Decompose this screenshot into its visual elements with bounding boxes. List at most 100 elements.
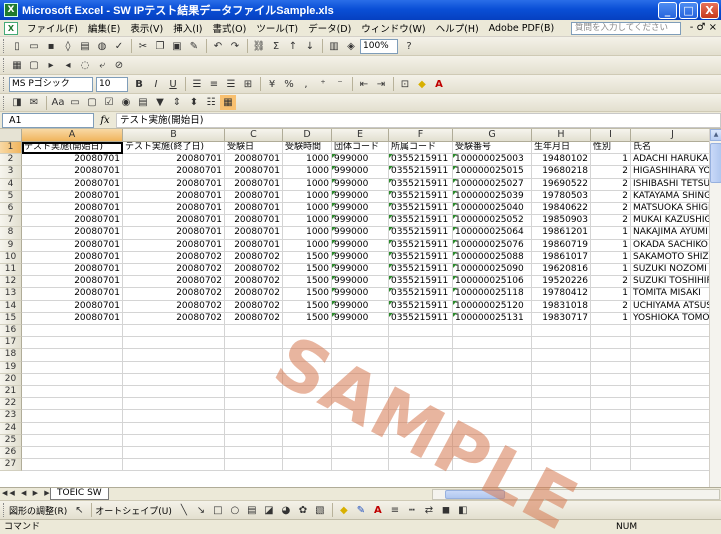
column-header-e[interactable]: E [332, 129, 389, 142]
cell-b19[interactable] [123, 361, 225, 374]
button-control-icon[interactable]: ▢ [84, 95, 100, 110]
menu-window[interactable]: ウィンドウ(W) [356, 21, 430, 35]
cell-j9[interactable]: OKADA SACHIKO [631, 240, 709, 252]
cell-e23[interactable] [332, 410, 389, 423]
cell-j12[interactable]: SUZUKI TOSHIHIRO [631, 276, 709, 289]
cell-e7[interactable]: 999000 [332, 215, 389, 228]
cell-j19[interactable] [631, 362, 709, 374]
cell-b26[interactable] [123, 447, 225, 460]
cell-i9[interactable]: 1 [591, 239, 631, 252]
cell-e3[interactable]: 999000 [332, 166, 389, 179]
cell-a6[interactable]: 20080701 [22, 203, 123, 216]
draw-menu-button[interactable]: 図形の調整(R) [9, 504, 67, 517]
menu-adobe-pdf[interactable]: Adobe PDF(B) [484, 23, 560, 34]
cell-d17[interactable] [283, 337, 332, 350]
cell-f1[interactable]: 所属コード [389, 142, 453, 155]
cell-j23[interactable] [631, 410, 709, 423]
align-center-icon[interactable]: ≡ [206, 77, 222, 92]
fill-color-icon[interactable]: ◆ [414, 77, 430, 92]
cell-f22[interactable] [389, 398, 453, 411]
cell-g9[interactable]: 100000025076 [453, 239, 532, 252]
cell-b9[interactable]: 20080701 [123, 239, 225, 252]
italic-button[interactable]: I [148, 77, 164, 92]
row-header[interactable]: 6 [0, 203, 22, 216]
cell-e22[interactable] [332, 398, 389, 411]
cell-g27[interactable] [453, 459, 532, 472]
font-color-icon[interactable]: A [431, 77, 447, 92]
permission-icon[interactable]: ◊ [60, 39, 76, 54]
toolbar-grip[interactable] [3, 39, 6, 53]
cell-e21[interactable] [332, 386, 389, 399]
increase-indent-icon[interactable]: ⇥ [373, 77, 389, 92]
cell-d8[interactable]: 1000 [283, 227, 332, 240]
cell-j16[interactable] [631, 325, 709, 338]
cell-a13[interactable]: 20080701 [22, 288, 123, 301]
close-button[interactable]: X [700, 1, 719, 19]
cell-h26[interactable] [532, 447, 591, 460]
cell-h22[interactable] [532, 398, 591, 411]
cell-a3[interactable]: 20080701 [22, 166, 123, 179]
row-header[interactable]: 13 [0, 288, 22, 301]
cell-h4[interactable]: 19690522 [532, 178, 591, 191]
cell-f13[interactable]: 0355215911 [389, 288, 453, 301]
cell-a2[interactable]: 20080701 [22, 154, 123, 167]
row-header[interactable]: 12 [0, 276, 22, 289]
cell-e5[interactable]: 999000 [332, 190, 389, 203]
cell-g16[interactable] [453, 325, 532, 338]
cell-g1[interactable]: 受験番号 [453, 142, 532, 155]
row-header[interactable]: 23 [0, 410, 22, 423]
workbook-icon[interactable]: X [4, 21, 18, 35]
cell-g24[interactable] [453, 422, 532, 435]
cell-c2[interactable]: 20080701 [225, 154, 283, 167]
cell-c11[interactable]: 20080702 [225, 264, 283, 277]
vertical-scrollbar[interactable]: ▲ [709, 129, 721, 487]
scrollbar-control-icon[interactable]: ⇕ [169, 95, 185, 110]
cell-j15[interactable]: YOSHIOKA TOMOK [631, 313, 709, 325]
cell-a21[interactable] [22, 386, 123, 399]
cell-c21[interactable] [225, 386, 283, 399]
spelling-icon[interactable]: ✓ [111, 39, 127, 54]
column-header-i[interactable]: I [591, 129, 631, 142]
copy-icon[interactable]: ❐ [152, 39, 168, 54]
cell-c15[interactable]: 20080702 [225, 312, 283, 325]
cell-b20[interactable] [123, 373, 225, 386]
cell-c19[interactable] [225, 361, 283, 374]
cell-c5[interactable]: 20080701 [225, 190, 283, 203]
row-header[interactable]: 18 [0, 349, 22, 362]
cell-i23[interactable] [591, 410, 631, 423]
3d-icon[interactable]: ◧ [455, 503, 471, 518]
cell-b15[interactable]: 20080702 [123, 312, 225, 325]
cell-c7[interactable]: 20080701 [225, 215, 283, 228]
cell-b23[interactable] [123, 410, 225, 423]
cell-g2[interactable]: 100000025003 [453, 154, 532, 167]
cell-g15[interactable]: 100000025131 [453, 312, 532, 325]
chart-wizard-icon[interactable]: ▥ [326, 39, 342, 54]
cell-i21[interactable] [591, 386, 631, 399]
borders-icon[interactable]: ⊡ [397, 77, 413, 92]
cell-j8[interactable]: NAKAJIMA AYUMI [631, 227, 709, 240]
cell-a15[interactable]: 20080701 [22, 312, 123, 325]
cell-d9[interactable]: 1000 [283, 239, 332, 252]
sheet-tab-toeic-sw[interactable]: TOEIC SW [50, 488, 109, 500]
cell-h12[interactable]: 19520226 [532, 276, 591, 289]
cell-g26[interactable] [453, 447, 532, 460]
cell-f10[interactable]: 0355215911 [389, 251, 453, 264]
cell-i18[interactable] [591, 349, 631, 362]
cell-a12[interactable]: 20080701 [22, 276, 123, 289]
underline-button[interactable]: U [165, 77, 181, 92]
cell-d20[interactable] [283, 373, 332, 386]
reply-changes-icon[interactable]: ⤶ [94, 58, 110, 73]
help-search-input[interactable]: 質問を入力してください [571, 22, 681, 35]
cell-g17[interactable] [453, 337, 532, 350]
cut-icon[interactable]: ✂ [135, 39, 151, 54]
cell-f21[interactable] [389, 386, 453, 399]
cell-i10[interactable]: 1 [591, 251, 631, 264]
arrow-style-icon[interactable]: ⇄ [421, 503, 437, 518]
cell-j5[interactable]: KATAYAMA SHINGO [631, 191, 709, 203]
cell-a16[interactable] [22, 325, 123, 338]
currency-icon[interactable]: ¥ [264, 77, 280, 92]
cell-c26[interactable] [225, 447, 283, 460]
cell-c20[interactable] [225, 373, 283, 386]
cell-i11[interactable]: 1 [591, 264, 631, 277]
cell-h15[interactable]: 19830717 [532, 312, 591, 325]
